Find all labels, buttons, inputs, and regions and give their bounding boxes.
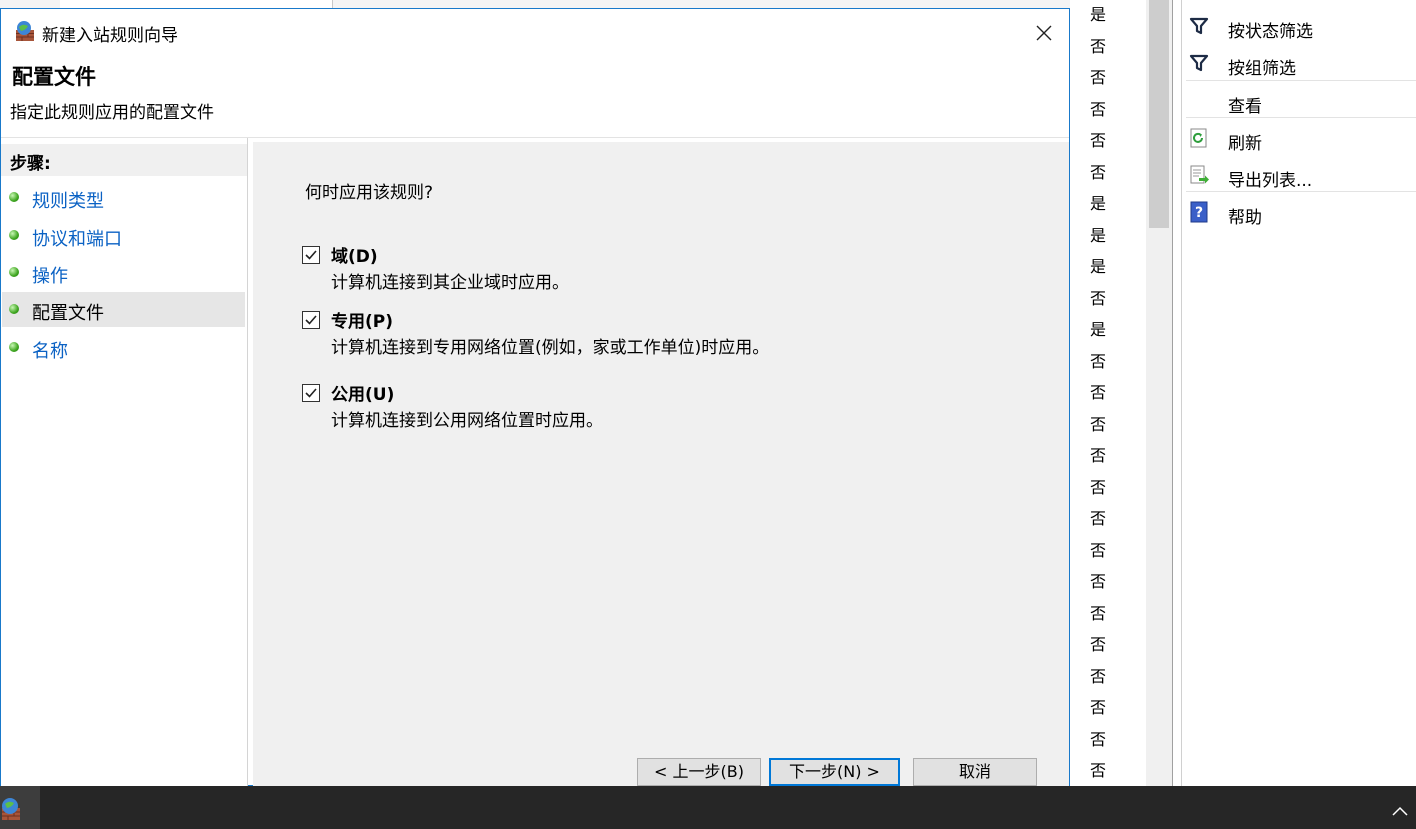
enabled-value: 否	[1090, 288, 1107, 308]
steps-label: 步骤:	[10, 154, 51, 174]
step-protocol-and-ports[interactable]: 协议和端口	[2, 218, 245, 253]
step-name[interactable]: 名称	[2, 330, 245, 365]
dialog-title: 新建入站规则向导	[42, 26, 178, 46]
action-label: 按组筛选	[1228, 59, 1296, 79]
back-button[interactable]: < 上一步(B)	[637, 758, 761, 786]
checkmark-icon	[305, 388, 317, 398]
enabled-value: 否	[1090, 414, 1107, 434]
action-label: 按状态筛选	[1228, 22, 1313, 42]
next-button[interactable]: 下一步(N) >	[769, 758, 900, 786]
enabled-value: 是	[1090, 194, 1107, 213]
enabled-value: 否	[1090, 729, 1107, 749]
enabled-value: 否	[1090, 477, 1107, 497]
enabled-value: 否	[1090, 351, 1107, 371]
refresh-icon	[1188, 127, 1210, 149]
close-button[interactable]	[1030, 19, 1058, 47]
filter-icon	[1188, 15, 1210, 37]
enabled-value: 否	[1090, 383, 1107, 402]
step-rule-type[interactable]: 规则类型	[2, 180, 245, 215]
action-refresh[interactable]: 刷新	[1186, 117, 1416, 154]
step-label: 配置文件	[32, 303, 104, 324]
enabled-value: 否	[1090, 68, 1107, 87]
taskbar	[0, 786, 1416, 829]
action-export-list[interactable]: 导出列表...	[1186, 154, 1416, 191]
step-action[interactable]: 操作	[2, 255, 245, 290]
public-label[interactable]: 公用(U)	[331, 380, 394, 405]
enabled-value: 否	[1090, 446, 1107, 465]
action-help[interactable]: ? 帮助	[1186, 191, 1416, 228]
checkmark-icon	[305, 250, 317, 260]
step-status-icon	[9, 192, 19, 202]
step-status-icon	[9, 342, 19, 352]
enabled-value: 是	[1090, 257, 1107, 276]
step-status-icon	[9, 304, 19, 314]
enabled-value: 否	[1090, 603, 1107, 623]
step-status-icon	[9, 267, 19, 277]
enabled-value: 否	[1090, 572, 1107, 591]
background-tree-fragment	[60, 0, 333, 8]
private-description: 计算机连接到专用网络位置(例如，家或工作单位)时应用。	[331, 338, 770, 358]
private-label[interactable]: 专用(P)	[331, 307, 393, 332]
page-title: 配置文件	[12, 65, 96, 89]
page-subtitle: 指定此规则应用的配置文件	[10, 103, 214, 123]
enabled-value: 否	[1090, 761, 1107, 780]
step-label: 规则类型	[32, 191, 104, 212]
enabled-value: 否	[1090, 162, 1107, 182]
action-filter-by-state[interactable]: 按状态筛选	[1186, 5, 1416, 42]
list-scroll-thumb[interactable]	[1149, 0, 1169, 228]
enabled-value: 否	[1090, 36, 1107, 56]
action-label: 帮助	[1228, 208, 1262, 228]
enabled-value: 否	[1090, 131, 1107, 150]
enabled-value: 否	[1090, 635, 1107, 654]
taskbar-firewall-app[interactable]	[0, 786, 40, 829]
action-label: 刷新	[1228, 134, 1262, 154]
enabled-value: 否	[1090, 509, 1107, 528]
checkmark-icon	[305, 315, 317, 325]
step-label: 名称	[32, 341, 68, 362]
step-profile[interactable]: 配置文件	[2, 292, 245, 327]
action-label: 查看	[1228, 97, 1262, 117]
action-filter-by-group[interactable]: 按组筛选	[1186, 42, 1416, 79]
cancel-button[interactable]: 取消	[913, 758, 1037, 786]
question-text: 何时应用该规则?	[305, 183, 434, 203]
system-tray-expand-icon[interactable]	[1390, 803, 1410, 819]
svg-text:?: ?	[1195, 205, 1203, 221]
domain-checkbox[interactable]	[302, 246, 320, 264]
private-checkbox[interactable]	[302, 311, 320, 329]
close-icon	[1036, 25, 1052, 41]
content-pane	[253, 142, 1069, 786]
enabled-value: 否	[1090, 666, 1107, 686]
export-list-icon	[1188, 164, 1210, 186]
public-checkbox[interactable]	[302, 384, 320, 402]
help-icon: ?	[1188, 201, 1210, 223]
background-rule-list-enabled-column	[1070, 0, 1146, 786]
enabled-value: 否	[1090, 698, 1107, 717]
step-label: 协议和端口	[32, 229, 122, 250]
enabled-value: 是	[1090, 225, 1107, 245]
step-status-icon	[9, 230, 19, 240]
enabled-value: 否	[1090, 540, 1107, 560]
enabled-value: 是	[1090, 5, 1107, 24]
action-label: 导出列表...	[1228, 171, 1313, 191]
step-label: 操作	[32, 266, 68, 287]
pane-divider[interactable]	[1172, 0, 1182, 786]
firewall-icon	[13, 19, 37, 43]
filter-icon	[1188, 52, 1210, 74]
action-view[interactable]: 查看	[1186, 80, 1416, 117]
firewall-app-icon	[2, 798, 20, 820]
enabled-value: 是	[1090, 320, 1107, 339]
domain-label[interactable]: 域(D)	[331, 242, 378, 267]
public-description: 计算机连接到公用网络位置时应用。	[331, 411, 603, 431]
domain-description: 计算机连接到其企业域时应用。	[331, 273, 569, 293]
enabled-value: 否	[1090, 99, 1107, 119]
